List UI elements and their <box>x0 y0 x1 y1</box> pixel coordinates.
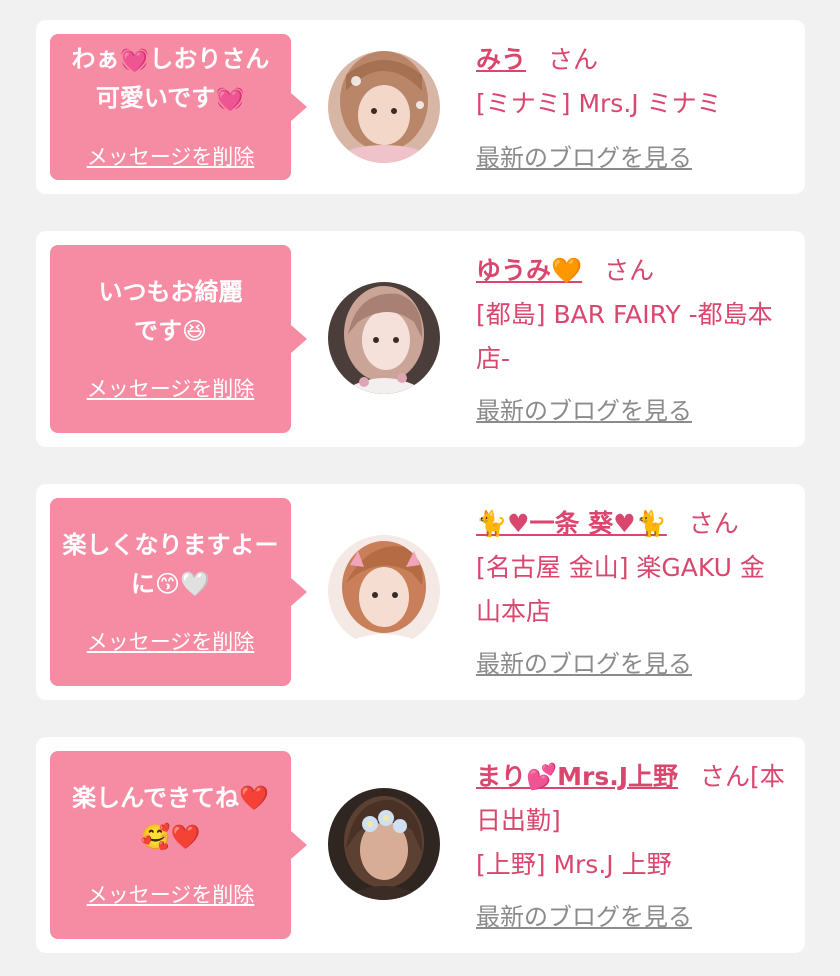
message-bubble: いつもお綺麗です😆 メッセージを削除 <box>50 245 307 433</box>
message-bubble: 楽しくなりますよーに😙🤍 メッセージを削除 <box>50 498 307 686</box>
delete-message-link[interactable]: メッセージを削除 <box>50 144 291 170</box>
avatar-photo-icon <box>328 51 440 163</box>
blog-link[interactable]: 最新のブログを見る <box>476 391 692 431</box>
sender-name-link[interactable]: みう <box>476 45 526 74</box>
blog-link[interactable]: 最新のブログを見る <box>476 644 692 684</box>
avatar[interactable] <box>328 51 440 163</box>
honorific: さん <box>700 762 751 791</box>
honorific: さん <box>548 45 599 74</box>
delete-message-link[interactable]: メッセージを削除 <box>50 629 291 655</box>
sender-info: みう さん [ミナミ] Mrs.J ミナミ 最新のブログを見る <box>476 38 789 178</box>
message-card: 楽しくなりますよーに😙🤍 メッセージを削除 🐈♥一条 葵♥🐈 さん [名古屋 金山… <box>36 484 805 700</box>
message-text: わぁ💓しおりさん可愛いです💓 <box>71 45 270 112</box>
sender-name-line: まり💕Mrs.J上野 さん[本日出勤] <box>476 755 789 843</box>
shop-name: [名古屋 金山] 楽GAKU 金山本店 <box>476 553 765 626</box>
sender-info: 🐈♥一条 葵♥🐈 さん [名古屋 金山] 楽GAKU 金山本店 最新のブログを見る <box>476 502 789 684</box>
message-text: 楽しんできてね❤️🥰❤️ <box>72 784 269 851</box>
honorific: さん <box>688 509 739 538</box>
message-text: 楽しくなりますよーに😙🤍 <box>62 531 279 598</box>
message-card: いつもお綺麗です😆 メッセージを削除 ゆうみ🧡 さん [都島] BAR FAIRY… <box>36 231 805 447</box>
blog-link[interactable]: 最新のブログを見る <box>476 897 692 937</box>
sender-name-link[interactable]: ゆうみ🧡 <box>476 256 582 285</box>
blog-link[interactable]: 最新のブログを見る <box>476 138 692 178</box>
avatar[interactable] <box>328 535 440 647</box>
message-bubble: 楽しんできてね❤️🥰❤️ メッセージを削除 <box>50 751 307 939</box>
sender-name-line: ゆうみ🧡 さん <box>476 249 789 293</box>
message-list: わぁ💓しおりさん可愛いです💓 メッセージを削除 みう さん [ミナミ] Mrs.J… <box>0 0 840 976</box>
avatar-photo-icon <box>328 788 440 900</box>
sender-info: まり💕Mrs.J上野 さん[本日出勤] [上野] Mrs.J 上野 最新のブログを… <box>476 755 789 937</box>
shop-name: [ミナミ] Mrs.J ミナミ <box>476 89 722 118</box>
shop-name: [上野] Mrs.J 上野 <box>476 850 672 879</box>
message-bubble: わぁ💓しおりさん可愛いです💓 メッセージを削除 <box>50 34 307 180</box>
shop-name: [都島] BAR FAIRY -都島本店- <box>476 300 773 373</box>
message-card: 楽しんできてね❤️🥰❤️ メッセージを削除 まり💕Mrs.J上野 さん[本日出勤]… <box>36 737 805 953</box>
avatar-photo-icon <box>328 535 440 647</box>
sender-name-link[interactable]: 🐈♥一条 葵♥🐈 <box>476 509 667 538</box>
sender-name-line: 🐈♥一条 葵♥🐈 さん <box>476 502 789 546</box>
sender-name-line: みう さん <box>476 38 789 82</box>
message-text: いつもお綺麗です😆 <box>98 278 243 345</box>
avatar[interactable] <box>328 788 440 900</box>
delete-message-link[interactable]: メッセージを削除 <box>50 882 291 908</box>
sender-name-link[interactable]: まり💕Mrs.J上野 <box>476 762 678 791</box>
sender-info: ゆうみ🧡 さん [都島] BAR FAIRY -都島本店- 最新のブログを見る <box>476 249 789 431</box>
avatar[interactable] <box>328 282 440 394</box>
message-card: わぁ💓しおりさん可愛いです💓 メッセージを削除 みう さん [ミナミ] Mrs.J… <box>36 20 805 194</box>
delete-message-link[interactable]: メッセージを削除 <box>50 376 291 402</box>
avatar-photo-icon <box>328 282 440 394</box>
honorific: さん <box>604 256 655 285</box>
